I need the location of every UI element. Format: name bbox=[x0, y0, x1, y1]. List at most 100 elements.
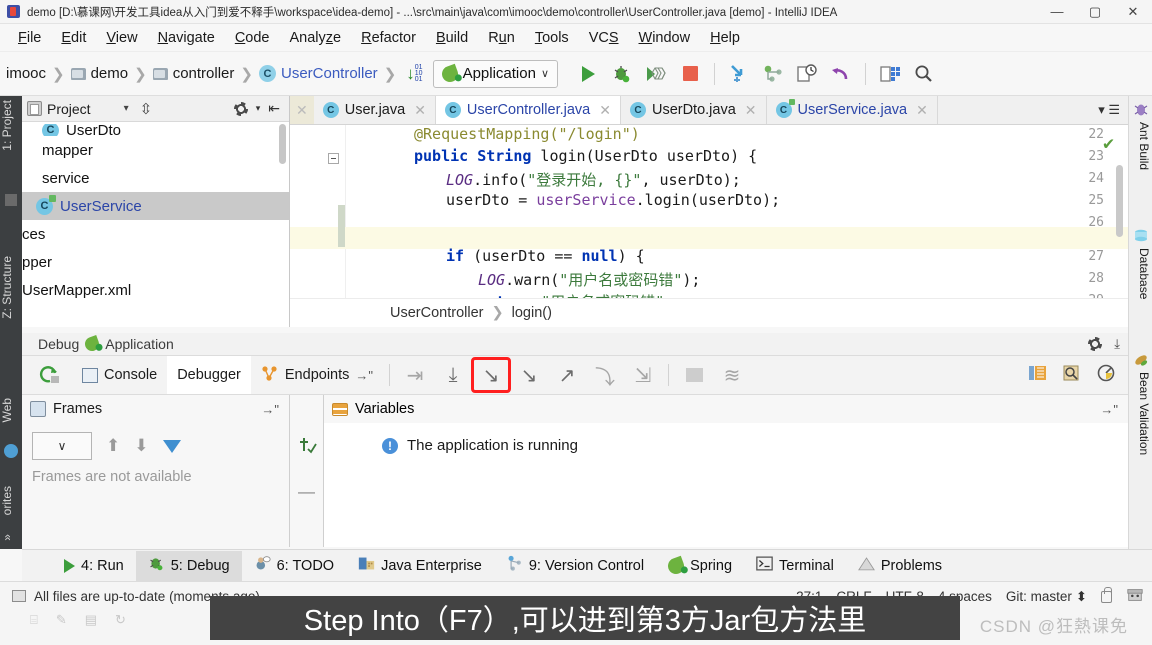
project-scrollbar[interactable] bbox=[279, 124, 286, 164]
force-step-into-button[interactable]: ↘ bbox=[510, 358, 548, 392]
tool-window-java-enterprise[interactable]: Java Enterprise bbox=[346, 551, 494, 581]
undo-icon[interactable] bbox=[825, 59, 857, 89]
tab-list-menu[interactable]: ▾ ☰ bbox=[1090, 96, 1128, 124]
tree-item-userservice[interactable]: C UserService bbox=[22, 192, 289, 220]
download-icon[interactable]: ⤓ bbox=[1114, 336, 1120, 352]
update-project-icon[interactable] bbox=[723, 59, 755, 89]
tree-item-pper[interactable]: pper bbox=[22, 248, 289, 276]
menu-build[interactable]: Build bbox=[426, 28, 478, 48]
editor-scrollbar[interactable] bbox=[1116, 165, 1123, 237]
menu-analyze[interactable]: Analyze bbox=[280, 28, 352, 48]
sidebar-item-favorites[interactable]: orites bbox=[0, 486, 22, 515]
profiler-icon[interactable] bbox=[1096, 364, 1116, 387]
menu-code[interactable]: Code bbox=[225, 28, 280, 48]
chevron-down-icon[interactable]: ▾ bbox=[124, 103, 129, 114]
breadcrumb-method[interactable]: login() bbox=[512, 305, 552, 321]
search-icon[interactable] bbox=[908, 59, 940, 89]
edit-icon[interactable]: ✎ bbox=[56, 612, 67, 628]
tool-window-todo[interactable]: 6: TODO bbox=[242, 551, 346, 581]
close-button[interactable]: ✕ bbox=[1114, 0, 1152, 24]
tool-window-run[interactable]: 4: Run bbox=[52, 551, 136, 581]
run-to-cursor-button[interactable]: ⇲ bbox=[624, 358, 662, 392]
save-icon[interactable]: ⌸ bbox=[30, 612, 38, 628]
menu-view[interactable]: View bbox=[96, 28, 147, 48]
step-out-button[interactable]: ↗ bbox=[548, 358, 586, 392]
close-icon[interactable]: ✕ bbox=[916, 102, 928, 119]
layout-settings-icon[interactable] bbox=[1028, 364, 1048, 387]
tool-window-bean-validation[interactable]: Bean Validation bbox=[1129, 372, 1151, 455]
list-icon[interactable]: ▤ bbox=[85, 612, 97, 628]
stop-button[interactable] bbox=[674, 59, 706, 89]
evaluate-expression-button[interactable] bbox=[675, 358, 713, 392]
close-icon[interactable]: ✕ bbox=[414, 102, 426, 119]
step-over-button[interactable]: ⤓ bbox=[434, 358, 472, 392]
run-button[interactable] bbox=[572, 59, 604, 89]
inspection-status-icon[interactable]: ✔ bbox=[1103, 133, 1114, 154]
tool-window-database[interactable]: Database bbox=[1129, 248, 1151, 299]
step-into-button[interactable]: ↘ bbox=[471, 357, 512, 393]
tree-item-userdto[interactable]: C UserDto bbox=[22, 124, 289, 136]
tree-item-usermapper-xml[interactable]: UserMapper.xml bbox=[22, 276, 289, 304]
tool-window-version-control[interactable]: 9: Version Control bbox=[494, 551, 656, 581]
run-configuration-selector[interactable]: Application ∨ bbox=[432, 59, 559, 88]
menu-refactor[interactable]: Refactor bbox=[351, 28, 426, 48]
tab-userdto-java[interactable]: C UserDto.java ✕ bbox=[621, 96, 767, 124]
breadcrumb-item-controller[interactable]: controller bbox=[173, 65, 235, 82]
expand-all-icon[interactable]: » bbox=[0, 534, 22, 541]
tool-window-debug[interactable]: 5: Debug bbox=[135, 550, 242, 581]
minimize-button[interactable]: — bbox=[1038, 0, 1076, 24]
menu-navigate[interactable]: Navigate bbox=[148, 28, 225, 48]
filter-icon[interactable] bbox=[162, 439, 181, 453]
add-watch-icon[interactable] bbox=[297, 435, 317, 460]
pin-icon[interactable]: →" bbox=[355, 368, 373, 383]
menu-edit[interactable]: Edit bbox=[51, 28, 96, 48]
sidebar-item-web[interactable]: Web bbox=[0, 398, 22, 422]
menu-vcs[interactable]: VCS bbox=[579, 28, 629, 48]
code-editor[interactable]: 22 23 24 25 26 27 28 29 @RequestMapping(… bbox=[290, 125, 1128, 327]
breadcrumb-item-demo[interactable]: demo bbox=[91, 65, 129, 82]
menu-help[interactable]: Help bbox=[700, 28, 750, 48]
refresh-icon[interactable]: ↻ bbox=[115, 612, 126, 628]
gear-icon[interactable] bbox=[233, 101, 248, 116]
menu-file[interactable]: FFileile bbox=[8, 28, 51, 48]
sidebar-item-structure[interactable]: Z: Structure bbox=[0, 256, 22, 319]
commit-icon[interactable] bbox=[757, 59, 789, 89]
tab-console[interactable]: Console bbox=[72, 356, 167, 394]
inspect-icon[interactable] bbox=[1062, 364, 1082, 387]
sidebar-item-project[interactable]: 1: Project bbox=[0, 100, 22, 151]
gear-icon[interactable] bbox=[1088, 337, 1103, 351]
tree-item-mapper[interactable]: mapper bbox=[22, 136, 289, 164]
tool-window-problems[interactable]: Problems bbox=[846, 551, 954, 581]
pin-icon[interactable]: →" bbox=[261, 402, 289, 417]
run-with-coverage-button[interactable] bbox=[640, 59, 672, 89]
remove-watch-icon[interactable]: — bbox=[298, 482, 315, 502]
tool-window-spring[interactable]: Spring bbox=[656, 551, 744, 581]
tree-item-ces[interactable]: ces bbox=[22, 220, 289, 248]
project-structure-icon[interactable] bbox=[874, 59, 906, 89]
tool-window-ant-build[interactable]: Ant Build bbox=[1129, 122, 1151, 170]
tab-userservice-java[interactable]: C UserService.java ✕ bbox=[767, 96, 938, 124]
arrow-up-icon[interactable]: ⬆ bbox=[106, 436, 120, 456]
chevron-down-icon[interactable]: ▾ bbox=[256, 103, 261, 114]
close-icon[interactable]: ✕ bbox=[599, 102, 611, 119]
tool-window-terminal[interactable]: Terminal bbox=[744, 551, 846, 581]
close-icon[interactable]: ✕ bbox=[745, 102, 757, 119]
breadcrumb-item-usercontroller[interactable]: UserController bbox=[281, 65, 378, 82]
sort-order-icon[interactable]: ↓ 01 10 01 bbox=[406, 64, 422, 84]
drop-frame-button[interactable]: ⤵ bbox=[586, 358, 624, 392]
menu-tools[interactable]: Tools bbox=[525, 28, 579, 48]
tab-usercontroller-java[interactable]: C UserController.java ✕ bbox=[435, 96, 621, 124]
git-branch-widget[interactable]: Git: master ⬍ bbox=[1006, 589, 1087, 605]
breadcrumb-item-imooc[interactable]: imooc bbox=[6, 65, 46, 82]
rerun-button[interactable] bbox=[28, 358, 72, 392]
tab-close-icon[interactable]: ✕ bbox=[290, 96, 314, 124]
menu-run[interactable]: Run bbox=[478, 28, 525, 48]
collapse-all-icon[interactable]: ⇳ bbox=[140, 100, 153, 118]
thread-dump-button[interactable]: ≋ bbox=[713, 358, 751, 392]
code-fold-icon[interactable] bbox=[328, 153, 339, 164]
tree-item-service[interactable]: service bbox=[22, 164, 289, 192]
show-execution-point-button[interactable]: ⇥ bbox=[396, 358, 434, 392]
tab-debugger[interactable]: Debugger bbox=[167, 356, 251, 394]
arrow-down-icon[interactable]: ⬇ bbox=[134, 436, 148, 456]
breadcrumb-class[interactable]: UserController bbox=[390, 305, 483, 321]
